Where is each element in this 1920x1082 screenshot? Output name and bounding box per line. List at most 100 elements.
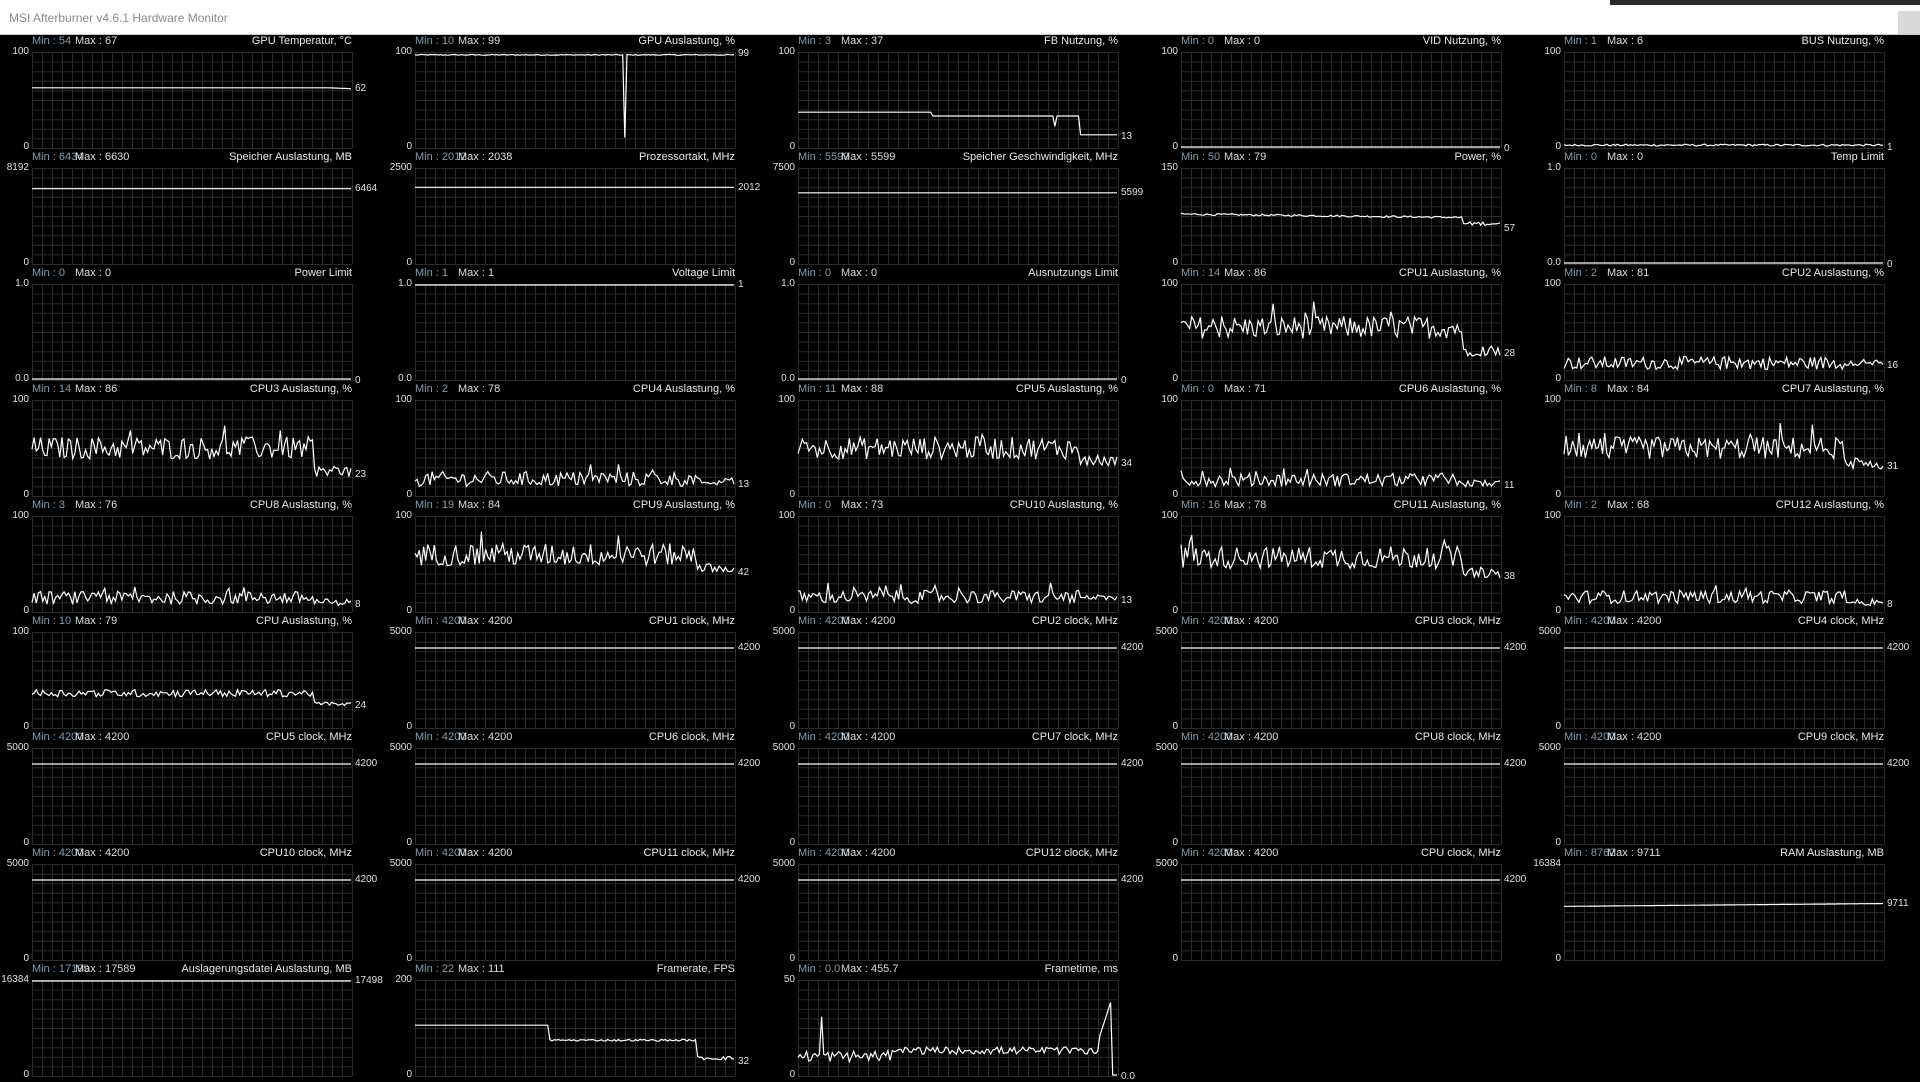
graph-title: CPU12 Auslastung, % (1775, 499, 1884, 511)
graph-cpu4-auslastung[interactable]: Min : 2 Max : 78 CPU4 Auslastung, % 100 0 13 (383, 383, 766, 500)
graph-gpu-auslastung[interactable]: Min : 10 Max : 99 GPU Auslastung, % 100 0 99 (383, 35, 766, 152)
graph-line (1563, 355, 1884, 371)
graph-cpu9-clock-mhz[interactable]: Min : 4200 Max : 4200 CPU9 clock, MHz 5000 0… (1532, 731, 1915, 848)
graph-min-label: Min : 14 (32, 383, 72, 395)
graph-max-label: Max : 76 (75, 499, 118, 511)
graph-cpu5-clock-mhz[interactable]: Min : 4200 Max : 4200 CPU5 clock, MHz 5000 0… (0, 731, 383, 848)
graph-grid-lines (798, 168, 1119, 265)
graph-title: CPU8 clock, MHz (1414, 731, 1501, 743)
graph-max-label: Max : 6 (1607, 35, 1644, 47)
graph-plot (1181, 864, 1502, 961)
graph-plot (1563, 284, 1885, 381)
graph-grid-lines (1181, 632, 1502, 729)
graph-speicher-auslastung-mb[interactable]: Min : 6434 Max : 6630 Speicher Auslastung,… (0, 151, 383, 268)
graph-title: CPU8 Auslastung, % (249, 499, 352, 511)
graph-min-label: Min : 0 (1181, 35, 1215, 47)
graph-min-label: Min : 54 (32, 35, 72, 47)
graph-fb-nutzung[interactable]: Min : 3 Max : 37 FB Nutzung, % 100 0 13 (766, 35, 1149, 152)
graph-y-max: 100 (395, 46, 412, 57)
graph-title: CPU6 clock, MHz (648, 731, 735, 743)
graph-max-label: Max : 79 (75, 615, 118, 627)
graph-cpu-clock-mhz[interactable]: Min : 4200 Max : 4200 CPU clock, MHz 5000 0 4… (1149, 847, 1532, 964)
graph-max-label: Max : 73 (841, 499, 884, 511)
graph-cpu11-auslastung[interactable]: Min : 16 Max : 78 CPU11 Auslastung, % 100 0 3… (1149, 499, 1532, 616)
graph-cpu8-auslastung[interactable]: Min : 3 Max : 76 CPU8 Auslastung, % 100 0 8 (0, 499, 383, 616)
graph-cpu3-clock-mhz[interactable]: Min : 4200 Max : 4200 CPU3 clock, MHz 5000 0… (1149, 615, 1532, 732)
graph-title: CPU3 Auslastung, % (249, 383, 352, 395)
graph-cpu1-auslastung[interactable]: Min : 14 Max : 86 CPU1 Auslastung, % 100 0 28 (1149, 267, 1532, 384)
graph-cpu11-clock-mhz[interactable]: Min : 4200 Max : 4200 CPU11 clock, MHz 5000… (383, 847, 766, 964)
graph-title: CPU1 clock, MHz (648, 615, 735, 627)
graph-y-max: 16384 (1533, 858, 1561, 869)
graph-grid-lines (415, 52, 736, 149)
graph-min-label: Min : 3 (798, 35, 832, 47)
graph-plot (797, 516, 1119, 613)
graph-plot (415, 168, 736, 265)
graph-cpu12-auslastung[interactable]: Min : 2 Max : 68 CPU12 Auslastung, % 100 0 8 (1532, 499, 1915, 616)
graph-y-max: 5000 (6, 858, 29, 869)
graph-cpu7-auslastung[interactable]: Min : 8 Max : 84 CPU7 Auslastung, % 100 0 31 (1532, 383, 1915, 500)
graph-max-label: Max : 71 (1224, 383, 1267, 395)
graph-y-max: 2500 (389, 162, 412, 173)
graph-y-max: 1.0 (398, 278, 412, 289)
graph-current-value: 4200 (1121, 874, 1144, 886)
graph-bus-nutzung[interactable]: Min : 1 Max : 6 BUS Nutzung, % 100 0 1 (1532, 35, 1915, 153)
graph-min-label: Min : 22 (415, 963, 455, 975)
graph-cpu9-auslastung[interactable]: Min : 19 Max : 84 CPU9 Auslastung, % 100 0 42 (383, 499, 766, 616)
graph-ausnutzungs-limit[interactable]: Min : 0 Max : 0 Ausnutzungs Limit 1.0 0.0 0 (766, 267, 1149, 386)
graph-title: CPU7 clock, MHz (1031, 731, 1118, 743)
graph-auslagerungsdatei-auslastung-mb[interactable]: Min : 17199 Max : 17589 Auslagerungsdatei … (0, 963, 383, 1080)
graph-cpu6-auslastung[interactable]: Min : 0 Max : 71 CPU6 Auslastung, % 100 0 11 (1149, 383, 1532, 500)
graph-cpu4-clock-mhz[interactable]: Min : 4200 Max : 4200 CPU4 clock, MHz 5000 0… (1532, 615, 1915, 732)
graph-cpu6-clock-mhz[interactable]: Min : 4200 Max : 4200 CPU6 clock, MHz 5000 0… (383, 731, 766, 848)
graph-title: Temp Limit (1830, 151, 1884, 163)
graph-current-value: 42 (738, 566, 750, 578)
graph-cpu8-clock-mhz[interactable]: Min : 4200 Max : 4200 CPU8 clock, MHz 5000 0… (1149, 731, 1532, 848)
graph-cpu1-clock-mhz[interactable]: Min : 4200 Max : 4200 CPU1 clock, MHz 5000 0… (383, 615, 766, 732)
graph-title: GPU Auslastung, % (638, 35, 735, 47)
graph-grid-lines (798, 516, 1119, 613)
graph-vid-nutzung[interactable]: Min : 0 Max : 0 VID Nutzung, % 100 0 0 (1149, 35, 1532, 154)
graph-cpu-auslastung[interactable]: Min : 10 Max : 79 CPU Auslastung, % 100 0 24 (0, 615, 383, 732)
graph-plot (1564, 632, 1885, 729)
graph-title: CPU Auslastung, % (256, 615, 352, 627)
graph-title: CPU10 Auslastung, % (1009, 499, 1118, 511)
graph-speicher-geschwindigkeit-mhz[interactable]: Min : 5599 Max : 5599 Speicher Geschwindig… (766, 151, 1149, 268)
graph-grid-lines (1564, 52, 1885, 149)
graph-cpu3-auslastung[interactable]: Min : 14 Max : 86 CPU3 Auslastung, % 100 0 23 (0, 383, 383, 500)
graph-temp-limit[interactable]: Min : 0 Max : 0 Temp Limit 1.0 0.0 0 (1532, 151, 1915, 270)
graph-cpu2-auslastung[interactable]: Min : 2 Max : 81 CPU2 Auslastung, % 100 0 16 (1532, 267, 1915, 384)
graph-gpu-temperatur-c[interactable]: Min : 54 Max : 67 GPU Temperatur, °C 100 0 62 (0, 35, 383, 152)
graph-power[interactable]: Min : 50 Max : 79 Power, % 150 0 57 (1149, 151, 1532, 268)
graph-min-label: Min : 8 (1564, 383, 1598, 395)
graph-cpu7-clock-mhz[interactable]: Min : 4200 Max : 4200 CPU7 clock, MHz 5000 0… (766, 731, 1149, 848)
graph-voltage-limit[interactable]: Min : 1 Max : 1 Voltage Limit 1.0 0.0 1 (383, 267, 766, 384)
window-control-button[interactable] (1898, 11, 1920, 34)
graph-cpu10-auslastung[interactable]: Min : 0 Max : 73 CPU10 Auslastung, % 100 0 13 (766, 499, 1149, 616)
graph-title: RAM Auslastung, MB (1780, 847, 1884, 859)
graph-current-value: 4200 (355, 874, 378, 886)
graph-y-max: 100 (395, 394, 412, 405)
graph-current-value: 4200 (738, 874, 761, 886)
graph-title: CPU9 clock, MHz (1797, 731, 1884, 743)
graph-ram-auslastung-mb[interactable]: Min : 8762 Max : 9711 RAM Auslastung, MB 16… (1532, 847, 1915, 964)
graph-cpu2-clock-mhz[interactable]: Min : 4200 Max : 4200 CPU2 clock, MHz 5000 0… (766, 615, 1149, 732)
graph-max-label: Max : 81 (1607, 267, 1650, 279)
graph-grid-lines (1564, 864, 1885, 961)
graph-cpu5-auslastung[interactable]: Min : 11 Max : 88 CPU5 Auslastung, % 100 0 34 (766, 383, 1149, 500)
graph-y-max: 100 (12, 46, 29, 57)
graph-power-limit[interactable]: Min : 0 Max : 0 Power Limit 1.0 0.0 0 (0, 267, 383, 386)
graph-cpu12-clock-mhz[interactable]: Min : 4200 Max : 4200 CPU12 clock, MHz 5000… (766, 847, 1149, 964)
graph-frametime-ms[interactable]: Min : 0.0 Max : 455.7 Frametime, ms 50 0 0.0 (766, 963, 1149, 1082)
graph-max-label: Max : 4200 (841, 731, 896, 743)
graph-current-value: 4200 (1121, 758, 1144, 770)
graph-current-value: 4200 (1887, 642, 1910, 654)
graph-cpu10-clock-mhz[interactable]: Min : 4200 Max : 4200 CPU10 clock, MHz 5000… (0, 847, 383, 964)
graph-line (1563, 423, 1884, 471)
graph-prozessortakt-mhz[interactable]: Min : 2012 Max : 2038 Prozessortakt, MHz 25… (383, 151, 766, 268)
graph-framerate-fps[interactable]: Min : 22 Max : 111 Framerate, FPS 200 0 32 (383, 963, 766, 1080)
graph-current-value: 11 (1504, 480, 1515, 492)
graph-grid-lines (798, 284, 1119, 381)
graph-title: CPU5 clock, MHz (265, 731, 352, 743)
graph-current-value: 13 (738, 478, 750, 490)
